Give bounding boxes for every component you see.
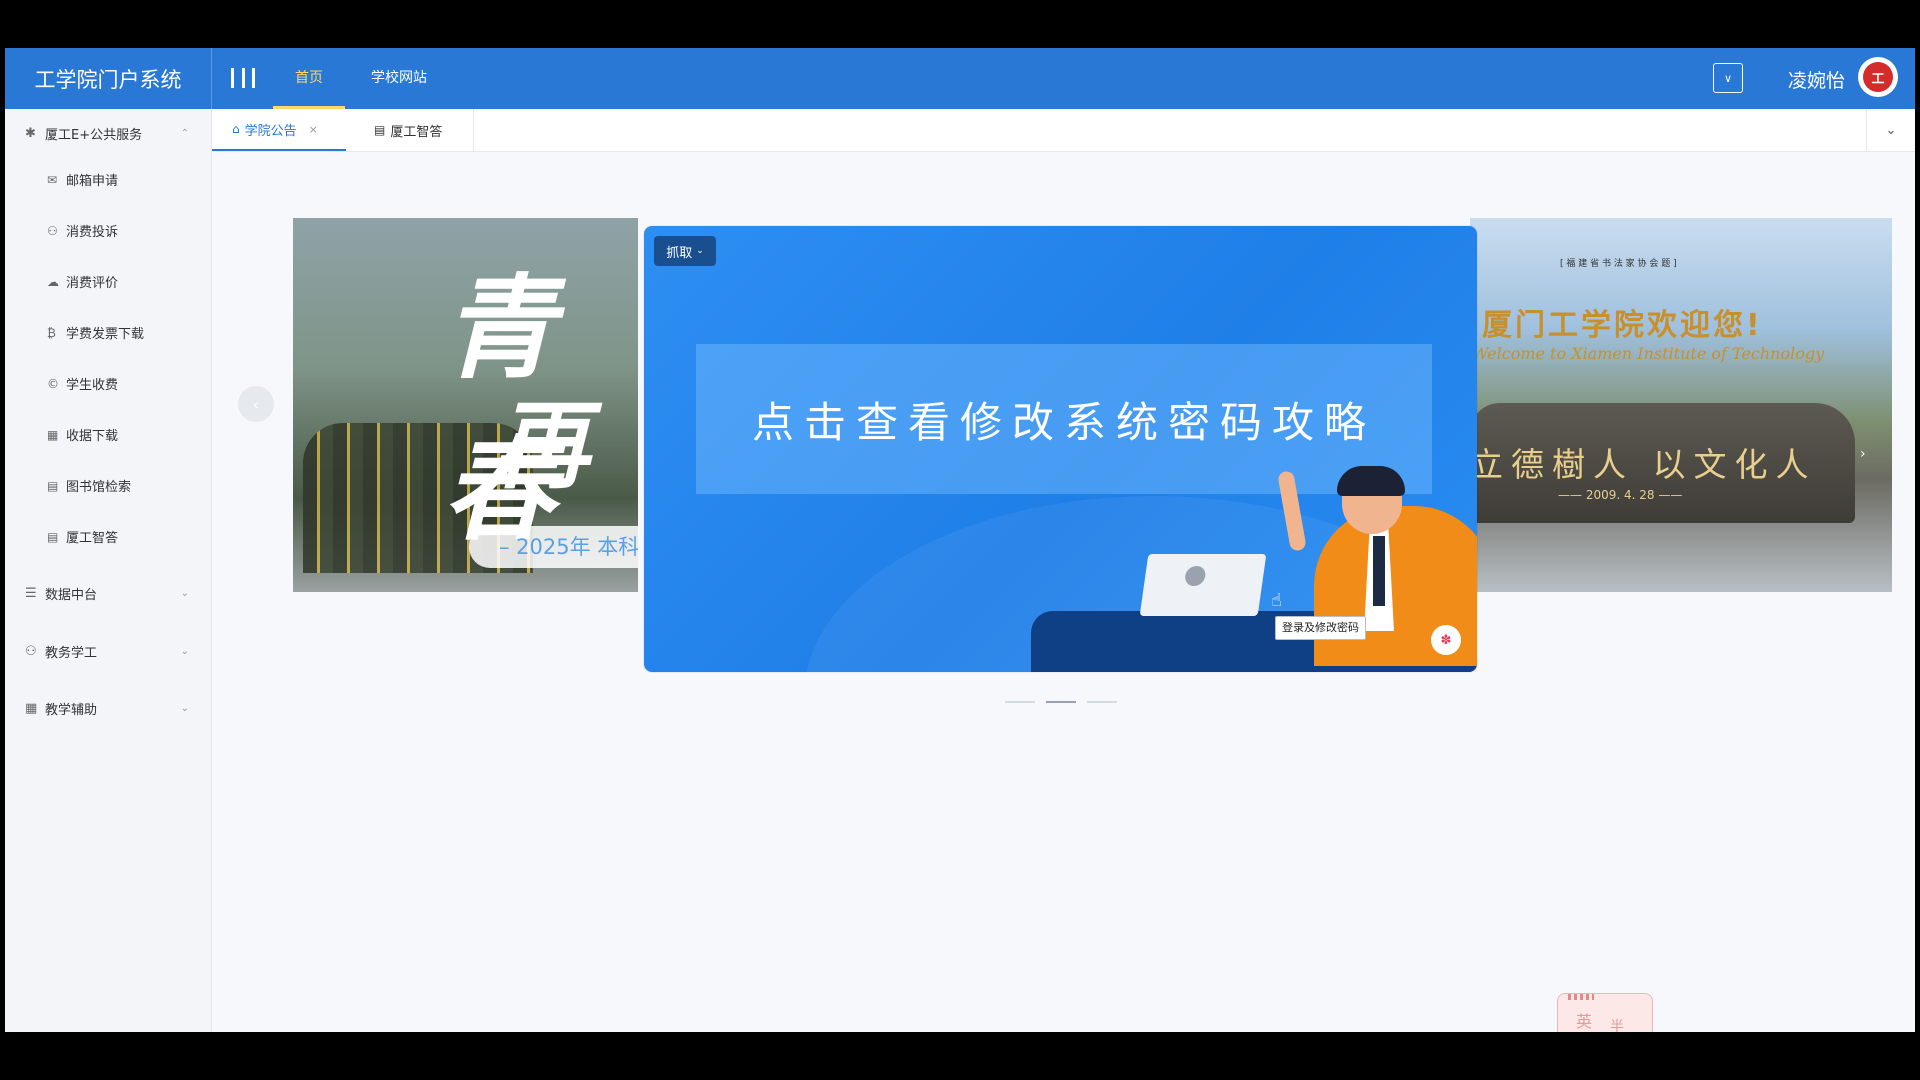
menu-toggle-icon[interactable] xyxy=(231,64,255,92)
carousel-slide-graduation[interactable]: 青春 再 – 2025年 本科 xyxy=(293,218,638,592)
chevron-up-icon: ⌃ xyxy=(180,127,189,139)
chevron-left-icon[interactable]: ‹ xyxy=(238,386,274,422)
copyright-icon: © xyxy=(47,376,59,391)
carousel-indicators xyxy=(1005,701,1117,705)
sidebar-item-label: 学费发票下载 xyxy=(66,327,145,342)
sidebar-item-library[interactable]: ▤ 图书馆检索 xyxy=(5,460,211,511)
chevron-down-icon: ⌄ xyxy=(696,246,704,256)
sidebar-item-label: 学生收费 xyxy=(66,378,119,393)
sidebar-item-receipt[interactable]: ▦ 收据下载 xyxy=(5,409,211,460)
building-icon: ▦ xyxy=(25,700,38,716)
widget-char: 英 xyxy=(1576,1012,1593,1031)
tab-announcements[interactable]: ⌂ 学院公告 × xyxy=(212,109,346,151)
sidebar-item-label: 收据下载 xyxy=(66,429,119,444)
tabs-dropdown-icon[interactable]: ⌄ xyxy=(1866,109,1915,151)
chevron-down-icon: ⌄ xyxy=(180,645,189,657)
gear-icon: ✱ xyxy=(25,125,36,141)
person-hair xyxy=(1337,466,1405,496)
sidebar-group-public-service[interactable]: ✱ 厦工E+公共服务 ⌃ xyxy=(5,109,211,157)
sidebar-item-evaluation[interactable]: ☁ 消费评价 xyxy=(5,256,211,307)
database-icon: ☰ xyxy=(25,585,37,601)
banner-headline[interactable]: 点击查看修改系统密码攻略 xyxy=(696,344,1432,494)
sidebar-group-label: 教务学工 xyxy=(45,645,98,661)
sidebar: ✱ 厦工E+公共服务 ⌃ ✉ 邮箱申请 ⚇ 消费投诉 ☁ 消费评价 ₿ 学费发票… xyxy=(5,109,212,1032)
tab-label: 学院公告 xyxy=(244,123,297,139)
carousel-dot[interactable] xyxy=(1087,701,1117,703)
avatar[interactable]: 工 xyxy=(1858,57,1898,97)
close-icon[interactable]: × xyxy=(309,123,318,136)
sidebar-item-label: 图书馆检索 xyxy=(66,480,132,495)
chevron-down-icon: ⌄ xyxy=(180,587,189,599)
book-icon: ▤ xyxy=(47,478,59,493)
floating-widget[interactable]: 英 半 xyxy=(1557,993,1653,1032)
slide-big-text: 再 xyxy=(493,390,589,502)
sidebar-item-label: 邮箱申请 xyxy=(66,174,119,189)
slide-motto-date: —— 2009. 4. 28 —— xyxy=(1558,488,1683,502)
chevron-down-icon[interactable]: ∨ xyxy=(1713,63,1743,93)
home-icon: ⌂ xyxy=(232,122,240,136)
sidebar-item-complaint[interactable]: ⚇ 消费投诉 xyxy=(5,205,211,256)
password-guide-banner[interactable]: 抓取 ⌄ 点击查看修改系统密码攻略 ☝ 登录及修改密码 ✽ xyxy=(644,226,1477,672)
monitor-illustration xyxy=(1139,554,1267,616)
sidebar-item-email[interactable]: ✉ 邮箱申请 xyxy=(5,154,211,205)
slide-caption-pill: – 2025年 本科 xyxy=(469,526,638,568)
top-header: 工学院门户系统 首页 学校网站 ∨ 凌婉怡 工 xyxy=(5,48,1915,109)
sidebar-item-label: 消费投诉 xyxy=(66,225,119,240)
nav-school-website[interactable]: 学校网站 xyxy=(357,48,441,109)
sidebar-item-ai-answer[interactable]: ▤ 厦工智答 xyxy=(5,511,211,562)
slide-welcome-text: 厦门工学院欢迎您! xyxy=(1482,308,1763,343)
chevron-down-icon: ⌄ xyxy=(180,702,189,714)
tab-label: 厦工智答 xyxy=(390,124,443,140)
sidebar-item-invoice[interactable]: ₿ 学费发票下载 xyxy=(5,307,211,358)
calculator-icon: ▦ xyxy=(47,427,59,442)
carousel-dot[interactable] xyxy=(1005,701,1035,703)
carousel-slide-campus-stone[interactable]: [ 福 建 省 书 法 家 协 会 题 ] 厦门工学院欢迎您! Welcome … xyxy=(1470,218,1892,592)
nav-home[interactable]: 首页 xyxy=(273,48,345,109)
person-tie xyxy=(1373,536,1385,606)
sidebar-group-data-center[interactable]: ☰ 数据中台 ⌄ xyxy=(5,569,211,617)
sidebar-group-academic[interactable]: ⚇ 教务学工 ⌄ xyxy=(5,627,211,675)
username[interactable]: 凌婉怡 xyxy=(1788,66,1845,93)
slide-small-caption: [ 福 建 省 书 法 家 协 会 题 ] xyxy=(1560,259,1677,269)
chevron-right-icon[interactable]: › xyxy=(1860,446,1866,462)
hand-cursor-icon: ☝ xyxy=(1271,590,1282,611)
book-icon: ▤ xyxy=(374,123,386,137)
grab-button-label: 抓取 xyxy=(666,245,693,261)
portal-app: 工学院门户系统 首页 学校网站 ∨ 凌婉怡 工 ✱ 厦工E+公共服务 ⌃ ✉ 邮… xyxy=(5,48,1915,1032)
cloud-icon: ☁ xyxy=(47,274,59,289)
sidebar-item-label: 厦工智答 xyxy=(66,531,119,546)
grab-button[interactable]: 抓取 ⌄ xyxy=(654,236,716,266)
slide-welcome-en: Welcome to Xiamen Institute of Technolog… xyxy=(1472,344,1825,363)
tooltip: 登录及修改密码 xyxy=(1275,616,1366,640)
sidebar-group-label: 数据中台 xyxy=(45,587,98,603)
tab-bar: ⌂ 学院公告 × ▤ 厦工智答 ⌄ xyxy=(212,109,1915,152)
carousel-dot-active[interactable] xyxy=(1046,701,1076,703)
sidebar-group-label: 教学辅助 xyxy=(45,702,98,718)
users-icon: ⚇ xyxy=(47,223,58,238)
sidebar-item-student-fees[interactable]: © 学生收费 xyxy=(5,358,211,409)
mail-icon: ✉ xyxy=(47,172,58,187)
school-logo-icon: 工 xyxy=(1863,62,1893,92)
widget-char: 半 xyxy=(1610,1019,1624,1032)
app-title: 工学院门户系统 xyxy=(5,48,212,109)
slide-motto: 立德樹人 以文化人 xyxy=(1470,445,1817,484)
sidebar-item-label: 消费评价 xyxy=(66,276,119,291)
sidebar-group-label: 厦工E+公共服务 xyxy=(45,127,143,143)
book-icon: ▤ xyxy=(47,529,59,544)
sidebar-group-teaching[interactable]: ▦ 教学辅助 ⌄ xyxy=(5,684,211,732)
assistant-icon[interactable]: ✽ xyxy=(1431,625,1461,655)
headline-box: 点击查看修改系统密码攻略 xyxy=(696,344,1432,494)
bitcoin-icon: ₿ xyxy=(47,325,56,340)
users-icon: ⚇ xyxy=(25,643,37,659)
tab-ai-answer[interactable]: ▤ 厦工智答 xyxy=(362,109,474,151)
